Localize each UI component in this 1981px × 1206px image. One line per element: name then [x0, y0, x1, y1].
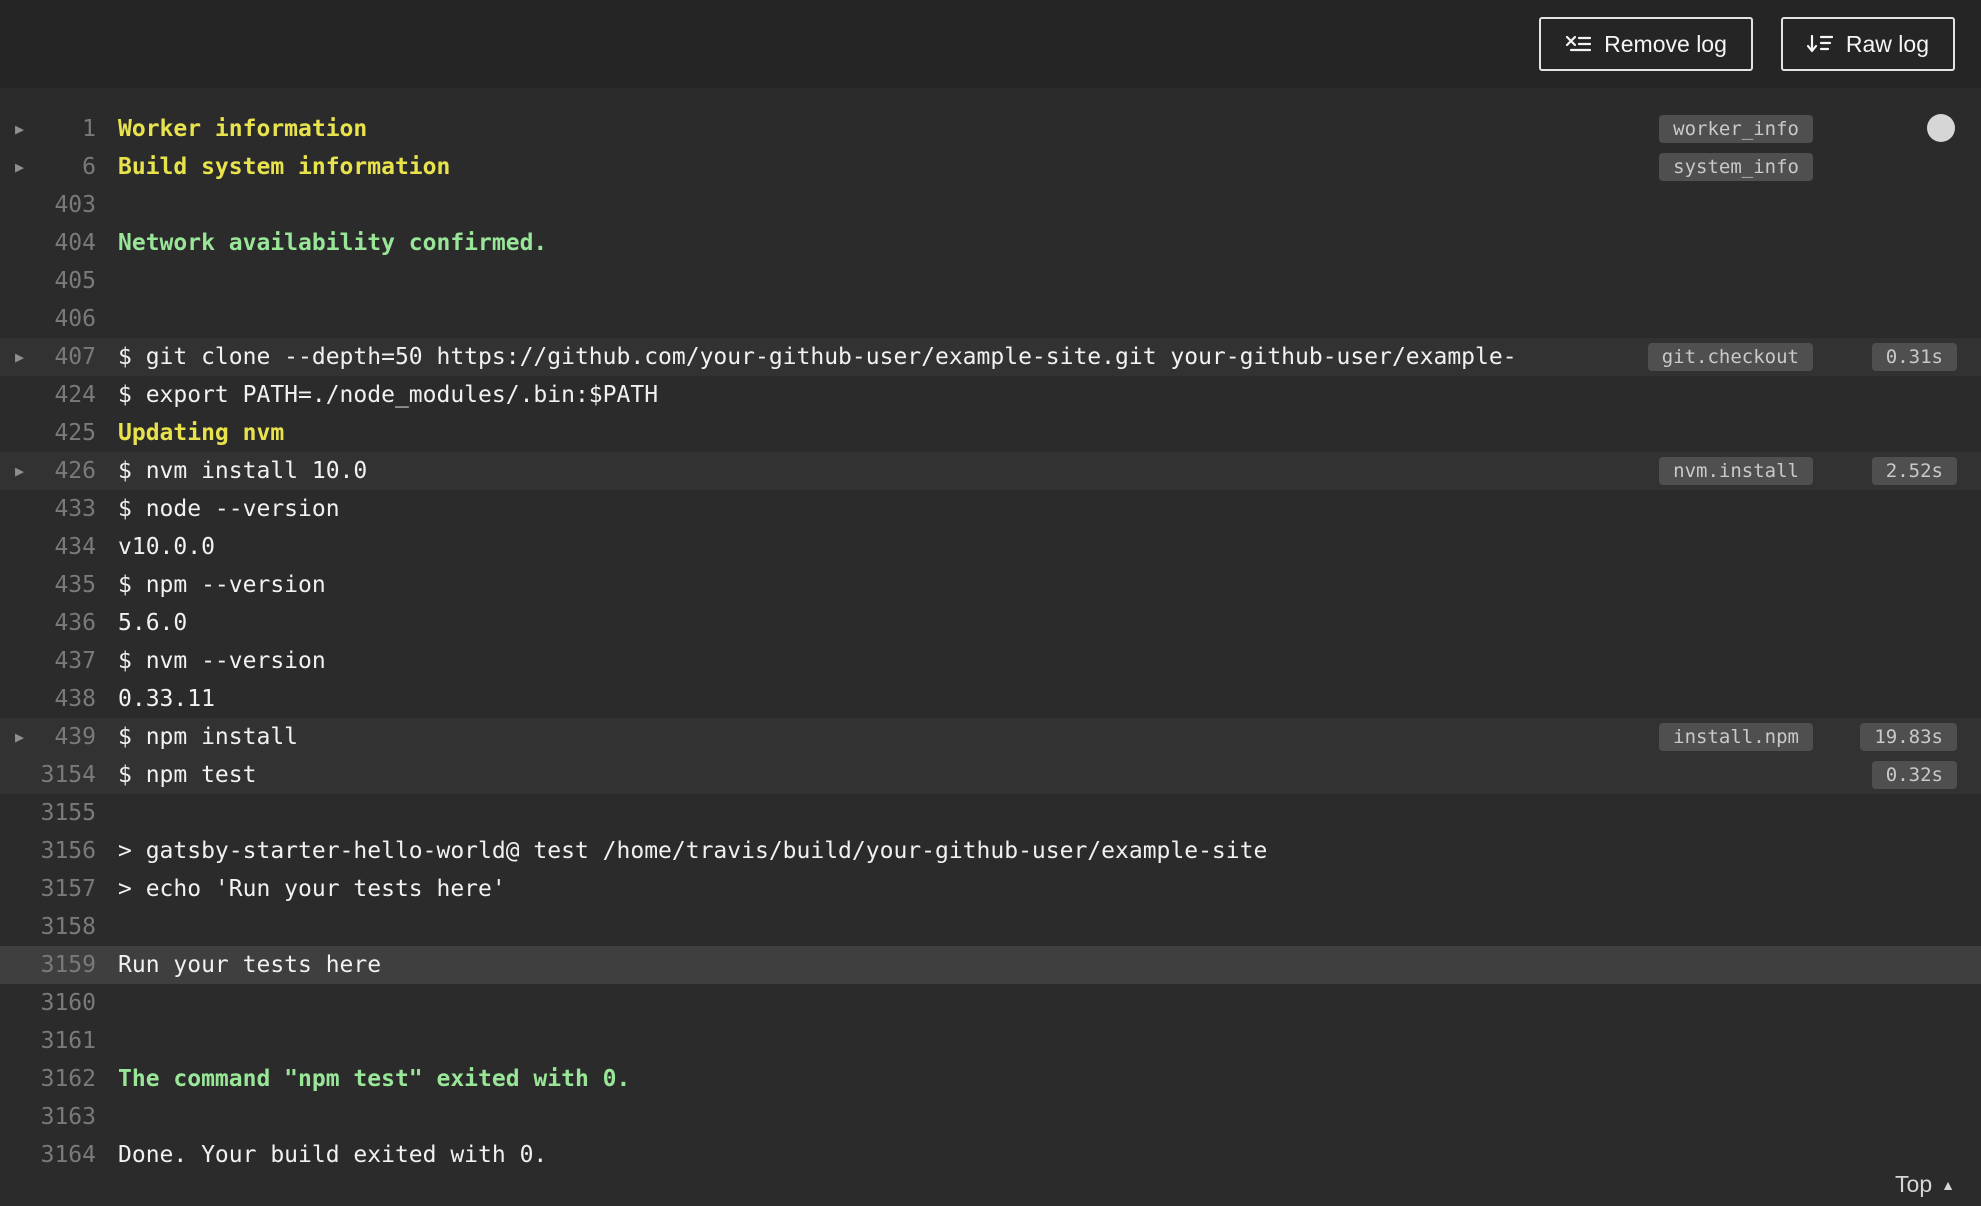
line-number[interactable]: 405: [0, 262, 96, 300]
fold-name-badge: install.npm: [1659, 723, 1813, 751]
line-number[interactable]: 403: [0, 186, 96, 224]
line-number[interactable]: 424: [0, 376, 96, 414]
log-text: Network availability confirmed.: [118, 230, 548, 256]
duration-badge: 0.31s: [1871, 343, 1957, 371]
line-number[interactable]: 3158: [0, 908, 96, 946]
line-number[interactable]: 3156: [0, 832, 96, 870]
log-row: ▶ 426 $ nvm install 10.0 nvm.install 2.52s: [0, 452, 1981, 490]
line-number[interactable]: 433: [0, 490, 96, 528]
line-number[interactable]: 3159: [0, 946, 96, 984]
log-row: 424 $ export PATH=./node_modules/.bin:$PA…: [0, 376, 1981, 414]
log-row: 406: [0, 300, 1981, 338]
raw-log-button[interactable]: Raw log: [1780, 17, 1955, 71]
chevron-up-icon: ▲: [1941, 1176, 1955, 1193]
log-row: 3157 > echo 'Run your tests here': [0, 870, 1981, 908]
line-number[interactable]: 3162: [0, 1060, 96, 1098]
line-number[interactable]: 3161: [0, 1022, 96, 1060]
log-text: v10.0.0: [118, 534, 215, 560]
remove-log-button[interactable]: Remove log: [1539, 17, 1753, 71]
log-row: 435 $ npm --version: [0, 566, 1981, 604]
log-row: 3154 $ npm test 0.32s: [0, 756, 1981, 794]
line-number[interactable]: 1: [0, 110, 96, 148]
log-row: 434 v10.0.0: [0, 528, 1981, 566]
log-text: The command "npm test" exited with 0.: [118, 1066, 631, 1092]
log-row: 3162 The command "npm test" exited with 0…: [0, 1060, 1981, 1098]
log-row: 3159 Run your tests here: [0, 946, 1981, 984]
line-number[interactable]: 3155: [0, 794, 96, 832]
remove-log-icon: [1565, 33, 1592, 55]
line-number[interactable]: 437: [0, 642, 96, 680]
log-row: 433 $ node --version: [0, 490, 1981, 528]
log-toolbar: Remove log Raw log: [0, 0, 1981, 88]
line-number[interactable]: 426: [0, 452, 96, 490]
line-number[interactable]: 407: [0, 338, 96, 376]
log-row: 404 Network availability confirmed.: [0, 224, 1981, 262]
fold-name-badge: worker_info: [1659, 115, 1813, 143]
log-row: ▶ 439 $ npm install install.npm 19.83s: [0, 718, 1981, 756]
log-text: > echo 'Run your tests here': [118, 876, 506, 902]
log-row: 3155: [0, 794, 1981, 832]
line-number[interactable]: 435: [0, 566, 96, 604]
line-number[interactable]: 438: [0, 680, 96, 718]
log-row: 436 5.6.0: [0, 604, 1981, 642]
line-number[interactable]: 434: [0, 528, 96, 566]
log-text: Worker information: [118, 116, 368, 142]
log-text: Build system information: [118, 154, 451, 180]
raw-log-icon: [1806, 33, 1833, 55]
log-text: $ npm test: [118, 762, 257, 788]
line-number[interactable]: 3164: [0, 1136, 96, 1174]
line-number[interactable]: 406: [0, 300, 96, 338]
log-row: 405: [0, 262, 1981, 300]
log-text: 0.33.11: [118, 686, 215, 712]
log-row: 438 0.33.11: [0, 680, 1981, 718]
log-row: ▶ 407 $ git clone --depth=50 https://githu…: [0, 338, 1981, 376]
duration-badge: 0.32s: [1871, 761, 1957, 789]
line-number[interactable]: 436: [0, 604, 96, 642]
log-row: 425 Updating nvm: [0, 414, 1981, 452]
log-text: $ export PATH=./node_modules/.bin:$PATH: [118, 382, 659, 408]
line-number[interactable]: 425: [0, 414, 96, 452]
log-row: 3161: [0, 1022, 1981, 1060]
scroll-to-top-link[interactable]: Top ▲: [1895, 1171, 1955, 1198]
log-lines: ▶ 1 Worker information worker_info ▶ 6 Build s…: [0, 110, 1981, 1174]
top-link-label: Top: [1895, 1171, 1933, 1197]
log-row: 3158: [0, 908, 1981, 946]
line-number[interactable]: 3163: [0, 1098, 96, 1136]
log-text: $ npm --version: [118, 572, 326, 598]
log-text: Run your tests here: [118, 952, 382, 978]
line-number[interactable]: 3154: [0, 756, 96, 794]
log-text: $ node --version: [118, 496, 340, 522]
log-row: ▶ 6 Build system information system_info: [0, 148, 1981, 186]
line-number[interactable]: 3160: [0, 984, 96, 1022]
log-row: 403: [0, 186, 1981, 224]
line-number[interactable]: 3157: [0, 870, 96, 908]
log-text: $ git clone --depth=50 https://github.co…: [118, 344, 1517, 370]
log-text: > gatsby-starter-hello-world@ test /home…: [118, 838, 1268, 864]
log-text: Updating nvm: [118, 420, 285, 446]
line-number[interactable]: 6: [0, 148, 96, 186]
log-text: 5.6.0: [118, 610, 188, 636]
log-text: $ nvm --version: [118, 648, 326, 674]
log-row: ▶ 1 Worker information worker_info: [0, 110, 1981, 148]
fold-name-badge: git.checkout: [1647, 343, 1813, 371]
log-row: 3160: [0, 984, 1981, 1022]
line-number[interactable]: 404: [0, 224, 96, 262]
fold-name-badge: system_info: [1659, 153, 1813, 181]
remove-log-label: Remove log: [1604, 30, 1727, 57]
scroll-indicator-dot[interactable]: [1927, 114, 1955, 142]
build-log: ▶ 1 Worker information worker_info ▶ 6 Build s…: [0, 88, 1981, 1174]
log-row: 437 $ nvm --version: [0, 642, 1981, 680]
line-number[interactable]: 439: [0, 718, 96, 756]
duration-badge: 2.52s: [1871, 457, 1957, 485]
raw-log-label: Raw log: [1845, 30, 1929, 57]
fold-name-badge: nvm.install: [1659, 457, 1813, 485]
log-text: $ npm install: [118, 724, 299, 750]
duration-badge: 19.83s: [1860, 723, 1957, 751]
log-text: Done. Your build exited with 0.: [118, 1142, 548, 1168]
log-text: $ nvm install 10.0: [118, 458, 368, 484]
log-row: 3163: [0, 1098, 1981, 1136]
log-row: 3156 > gatsby-starter-hello-world@ test /…: [0, 832, 1981, 870]
log-row: 3164 Done. Your build exited with 0.: [0, 1136, 1981, 1174]
